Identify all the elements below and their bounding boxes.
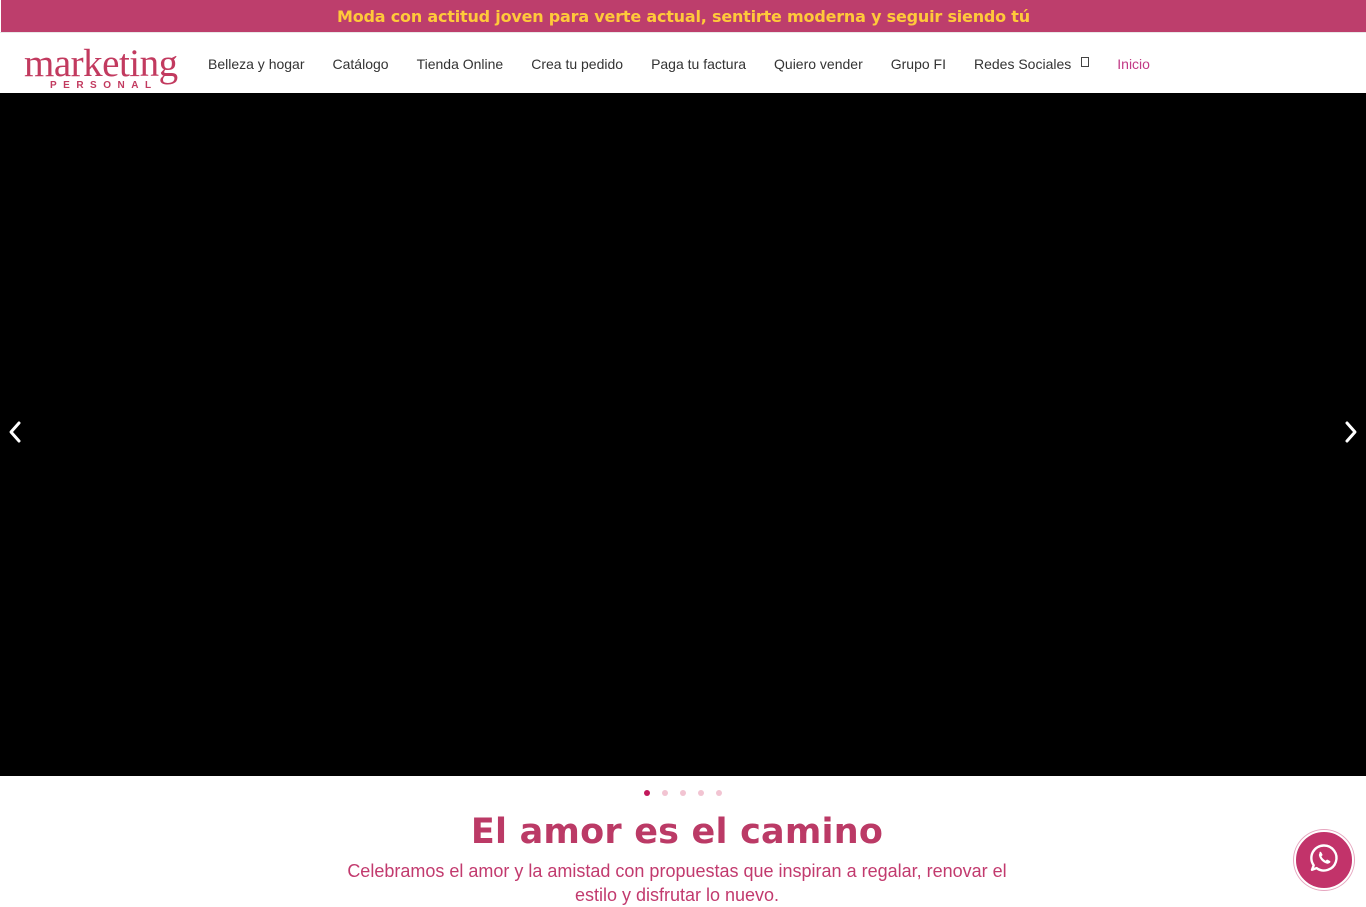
slider-dot-4[interactable] [698, 790, 704, 796]
nav-item-tienda-online[interactable]: Tienda Online [403, 56, 518, 72]
logo-wordmark: marketing [24, 42, 178, 85]
slider-dot-1[interactable] [644, 790, 650, 796]
chevron-down-icon [1081, 57, 1090, 70]
site-header: marketing PERSONAL Belleza y hogar Catál… [0, 32, 1366, 93]
nav-item-catalogo[interactable]: Catálogo [319, 56, 403, 72]
slider-pagination [0, 787, 1366, 799]
main-nav: Belleza y hogar Catálogo Tienda Online C… [194, 33, 1164, 94]
nav-item-quiero-vender[interactable]: Quiero vender [760, 56, 877, 72]
nav-item-redes-sociales[interactable]: Redes Sociales [960, 56, 1103, 72]
slider-dot-3[interactable] [680, 790, 686, 796]
nav-item-paga-tu-factura[interactable]: Paga tu factura [637, 56, 760, 72]
nav-item-crea-tu-pedido[interactable]: Crea tu pedido [517, 56, 637, 72]
logo-tagline: PERSONAL [50, 80, 158, 91]
whatsapp-icon [1308, 842, 1340, 879]
promo-text: Moda con actitud joven para verte actual… [337, 6, 1030, 26]
hero-slider[interactable] [0, 93, 1366, 776]
slider-prev-button[interactable] [0, 415, 30, 455]
slider-next-button[interactable] [1336, 415, 1366, 455]
slider-dot-2[interactable] [662, 790, 668, 796]
logo[interactable]: marketing PERSONAL [24, 42, 178, 91]
chevron-left-icon [8, 420, 22, 449]
nav-item-inicio[interactable]: Inicio [1103, 56, 1164, 72]
nav-item-grupo-fi[interactable]: Grupo FI [877, 56, 960, 72]
nav-item-belleza-y-hogar[interactable]: Belleza y hogar [194, 56, 319, 72]
whatsapp-button[interactable] [1294, 830, 1354, 890]
chevron-right-icon [1344, 420, 1358, 449]
promo-bar: Moda con actitud joven para verte actual… [1, 0, 1366, 32]
slider-dot-5[interactable] [716, 790, 722, 796]
section-headline: El amor es el camino [470, 812, 884, 852]
